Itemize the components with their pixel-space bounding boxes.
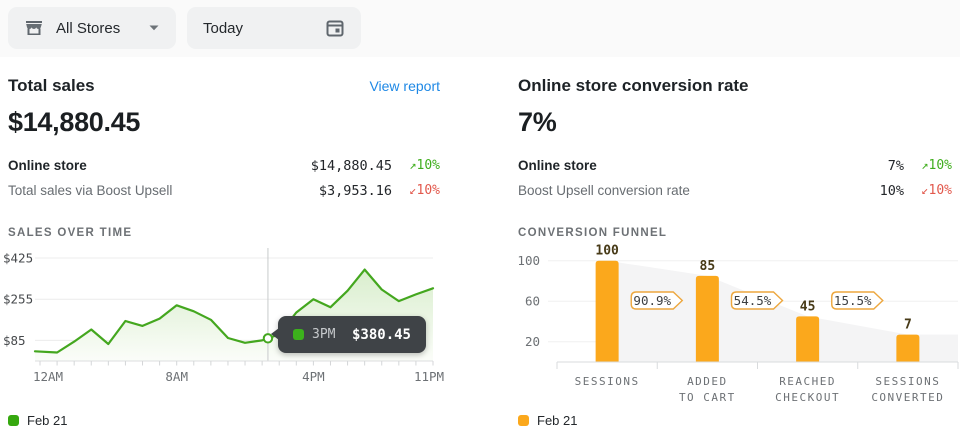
store-icon <box>24 18 44 38</box>
metric-label: Online store <box>8 158 300 173</box>
metric-change: ↙10% <box>904 183 952 198</box>
svg-text:SESSIONS: SESSIONS <box>875 375 940 388</box>
svg-text:100: 100 <box>595 244 619 259</box>
down-arrow-icon: ↙ <box>921 183 928 197</box>
sales-over-time-heading: SALES OVER TIME <box>8 227 440 239</box>
svg-text:90.9%: 90.9% <box>633 293 671 308</box>
metric-row-boost-upsell: Boost Upsell conversion rate 10% ↙10% <box>518 178 952 203</box>
svg-text:CONVERTED: CONVERTED <box>871 391 944 404</box>
svg-text:85: 85 <box>700 259 716 274</box>
metric-label: Total sales via Boost Upsell <box>8 183 300 198</box>
tooltip-series-swatch <box>293 329 304 340</box>
metric-label: Boost Upsell conversion rate <box>518 183 812 198</box>
metric-value: 7% <box>812 158 904 174</box>
metric-value: 10% <box>812 183 904 199</box>
up-arrow-icon: ↗ <box>921 158 928 172</box>
svg-text:11PM: 11PM <box>414 369 444 384</box>
svg-text:$85: $85 <box>3 333 26 348</box>
total-sales-panel: Total sales View report $14,880.45 Onlin… <box>8 76 440 239</box>
svg-text:7: 7 <box>904 318 912 333</box>
date-selector[interactable]: Today <box>187 7 361 49</box>
up-arrow-icon: ↗ <box>409 158 416 172</box>
total-sales-title: Total sales <box>8 76 95 96</box>
metric-change: ↙10% <box>392 183 440 198</box>
svg-text:$255: $255 <box>3 292 33 307</box>
svg-text:100: 100 <box>517 253 540 268</box>
legend-label: Feb 21 <box>27 413 67 428</box>
conversion-rows: Online store 7% ↗10% Boost Upsell conver… <box>518 153 952 203</box>
conversion-funnel-chart[interactable]: 100 60 20 100 85 45 7 90.9% 54.5% 15.5% SESSIONS AD… <box>510 240 960 410</box>
svg-text:8AM: 8AM <box>165 369 188 384</box>
total-sales-rows: Online store $14,880.45 ↗10% Total sales… <box>8 153 440 203</box>
svg-text:REACHED: REACHED <box>779 375 836 388</box>
svg-text:4PM: 4PM <box>302 369 325 384</box>
legend-label: Feb 21 <box>537 413 577 428</box>
svg-text:$425: $425 <box>3 251 33 266</box>
metric-value: $3,953.16 <box>300 183 392 199</box>
svg-text:20: 20 <box>525 334 540 349</box>
chart-tooltip: 3PM $380.45 <box>278 316 426 353</box>
metric-value: $14,880.45 <box>300 158 392 174</box>
date-selector-label: Today <box>203 20 243 37</box>
down-arrow-icon: ↙ <box>409 183 416 197</box>
legend-swatch-green <box>8 415 19 426</box>
svg-text:15.5%: 15.5% <box>834 293 872 308</box>
metric-change: ↗10% <box>904 158 952 173</box>
view-report-link[interactable]: View report <box>369 78 440 94</box>
metric-label: Online store <box>518 158 812 173</box>
conversion-value: 7% <box>518 107 952 138</box>
store-selector-label: All Stores <box>56 20 120 37</box>
svg-text:45: 45 <box>800 299 816 314</box>
svg-text:60: 60 <box>525 294 540 309</box>
svg-text:SESSIONS: SESSIONS <box>575 375 640 388</box>
store-selector[interactable]: All Stores <box>8 7 176 49</box>
svg-text:12AM: 12AM <box>33 369 63 384</box>
conversion-header: Online store conversion rate <box>518 76 952 96</box>
conversion-funnel-heading: CONVERSION FUNNEL <box>518 227 952 239</box>
tooltip-time: 3PM <box>312 327 335 342</box>
funnel-legend: Feb 21 <box>518 413 577 428</box>
svg-text:CHECKOUT: CHECKOUT <box>775 391 840 404</box>
total-sales-header: Total sales View report <box>8 76 440 96</box>
tooltip-value: $380.45 <box>352 327 411 343</box>
metric-row-online-store: Online store 7% ↗10% <box>518 153 952 178</box>
chevron-down-icon <box>148 24 160 32</box>
svg-text:ADDED: ADDED <box>687 375 728 388</box>
metric-row-boost-upsell: Total sales via Boost Upsell $3,953.16 ↙… <box>8 178 440 203</box>
metric-change: ↗10% <box>392 158 440 173</box>
top-bar: All Stores Today <box>0 0 960 57</box>
legend-swatch-orange <box>518 415 529 426</box>
total-sales-value: $14,880.45 <box>8 107 440 138</box>
metric-row-online-store: Online store $14,880.45 ↗10% <box>8 153 440 178</box>
conversion-panel: Online store conversion rate 7% Online s… <box>518 76 952 239</box>
svg-text:TO CART: TO CART <box>679 391 736 404</box>
sales-legend: Feb 21 <box>8 413 67 428</box>
svg-text:54.5%: 54.5% <box>734 293 772 308</box>
calendar-icon <box>325 18 345 38</box>
conversion-title: Online store conversion rate <box>518 76 749 96</box>
